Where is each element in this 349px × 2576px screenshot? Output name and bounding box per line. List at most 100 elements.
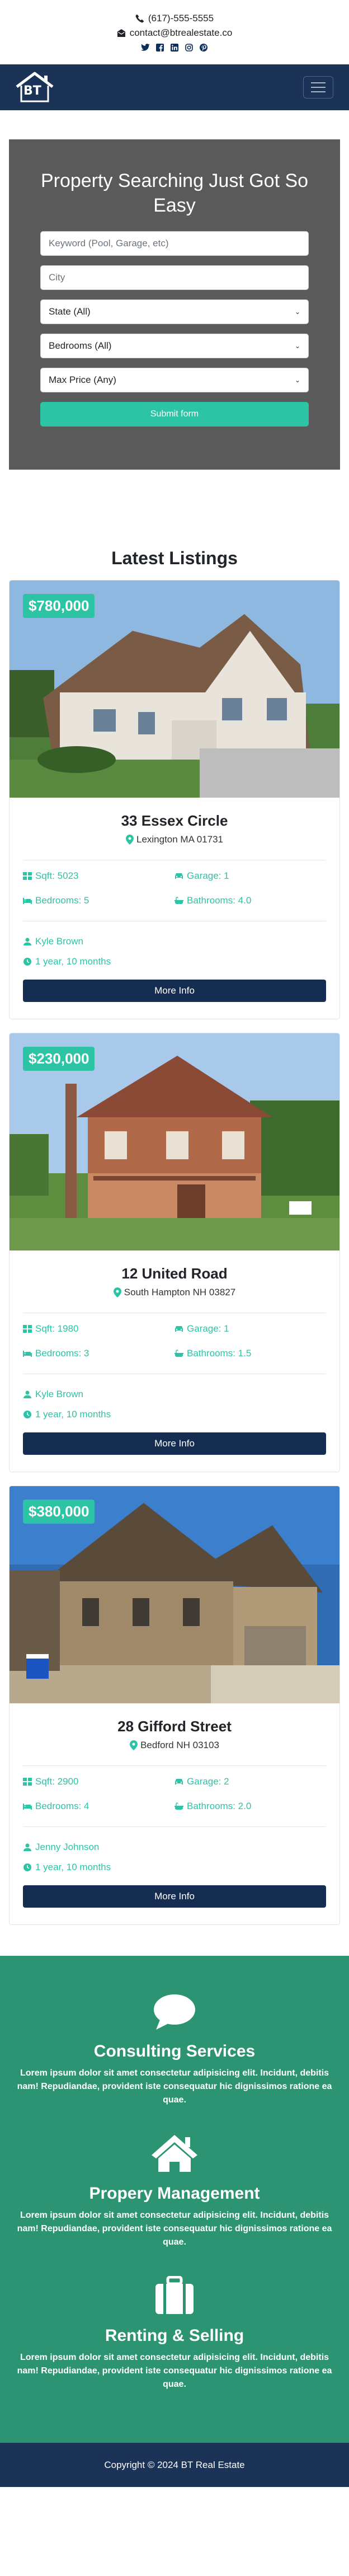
th-large-icon [23,1325,32,1333]
more-info-button[interactable]: More Info [23,980,326,1002]
listing-address: 28 Gifford Street [117,1718,232,1735]
spec-sqft: Sqft: 5023 [23,870,174,882]
listing-specs: Sqft: 1980 Garage: 1 Bedrooms: 3 Bathroo… [23,1323,326,1359]
listing-body: 28 Gifford Street Bedford NH 03103 Sqft:… [10,1703,339,1924]
listing-agent-name: Kyle Brown [35,936,83,947]
listing-meta: Kyle Brown 1 year, 10 months [23,1389,326,1420]
clock-icon [23,1411,31,1418]
spec-garage-text: Garage: 1 [187,1323,229,1334]
car-icon [175,1779,183,1785]
bedrooms-select[interactable]: Bedrooms (All) ⌄ [40,334,309,359]
city-input[interactable] [49,272,300,284]
listing-agent[interactable]: Jenny Johnson [23,1842,326,1853]
listing-card: $780,000 33 Essex Circle Lexington MA 01… [9,580,340,1019]
spec-bedrooms-text: Bedrooms: 4 [35,1801,89,1811]
brand-logo-text: BT [23,83,41,98]
spec-bedrooms: Bedrooms: 4 [23,1801,174,1812]
search-section: Property Searching Just Got So Easy Stat… [0,110,349,470]
search-title: Property Searching Just Got So Easy [40,170,309,217]
keyword-field[interactable] [40,231,309,256]
th-large-icon [23,872,32,880]
service-text: Lorem ipsum dolor sit amet consectetur a… [17,2210,332,2247]
listing-photo[interactable]: $230,000 [10,1033,339,1250]
phone-row[interactable]: (617)-555-5555 [135,13,214,24]
linkedin-icon[interactable] [170,43,179,52]
phone-number: (617)-555-5555 [148,12,214,24]
bedrooms-select-value: Bedrooms (All) [49,340,112,352]
listing-agent-name: Kyle Brown [35,1389,83,1399]
suitcase-icon [9,2271,340,2315]
map-marker-icon [125,835,134,845]
listing-meta: Kyle Brown 1 year, 10 months [23,936,326,967]
home-icon [9,2129,340,2173]
chevron-down-icon: ⌄ [294,376,300,385]
listing-photo[interactable]: $780,000 [10,580,339,798]
service-title: Consulting Services [93,2042,256,2060]
listing-age-text: 1 year, 10 months [35,956,111,967]
state-select[interactable]: State (All) ⌄ [40,299,309,325]
listing-age: 1 year, 10 months [23,1862,326,1873]
twitter-icon[interactable] [141,43,150,52]
listing-photo[interactable]: $380,000 [10,1486,339,1703]
spec-bedrooms: Bedrooms: 5 [23,895,174,906]
listing-agent[interactable]: Kyle Brown [23,1389,326,1400]
bath-icon [174,1802,183,1810]
chevron-down-icon: ⌄ [294,308,300,316]
map-marker-icon [130,1740,138,1750]
hamburger-icon-line [311,82,326,83]
navbar-toggle-button[interactable] [303,76,333,99]
clock-icon [23,958,31,966]
more-info-button[interactable]: More Info [23,1885,326,1908]
listing-specs: Sqft: 5023 Garage: 1 Bedrooms: 5 Bathroo… [23,870,326,906]
service-title: Propery Management [89,2184,260,2203]
more-info-button[interactable]: More Info [23,1432,326,1455]
bath-icon [174,897,183,904]
search-form: Property Searching Just Got So Easy Stat… [9,139,340,470]
listings-title: Latest Listings [111,548,238,568]
spec-bedrooms: Bedrooms: 3 [23,1348,174,1359]
service-renting-selling: Renting & Selling Lorem ipsum dolor sit … [9,2271,340,2391]
price-badge: $780,000 [23,594,95,618]
divider [23,1765,326,1766]
state-select-value: State (All) [49,306,91,317]
pinterest-icon[interactable] [199,43,208,52]
instagram-icon[interactable] [185,43,194,52]
listing-location: Lexington MA 01731 [23,834,326,845]
user-icon [23,1843,31,1851]
listing-age-text: 1 year, 10 months [35,1862,111,1872]
submit-button[interactable]: Submit form [40,402,309,427]
listing-location: South Hampton NH 03827 [23,1287,326,1298]
email-row[interactable]: contact@btrealestate.co [117,27,232,39]
top-info-bar: (617)-555-5555 contact@btrealestate.co [0,0,349,64]
spec-sqft-text: Sqft: 2900 [35,1776,79,1787]
phone-icon [135,14,144,22]
listing-agent-name: Jenny Johnson [35,1842,100,1852]
hamburger-icon-line [311,87,326,88]
services-section: Consulting Services Lorem ipsum dolor si… [0,1956,349,2443]
listing-agent[interactable]: Kyle Brown [23,936,326,947]
keyword-input[interactable] [49,238,300,250]
hamburger-icon-line [311,91,326,92]
listing-card: $230,000 12 United Road South Hampton NH… [9,1033,340,1472]
service-text: Lorem ipsum dolor sit amet consectetur a… [17,2353,332,2389]
clock-icon [23,1863,31,1871]
spec-sqft-text: Sqft: 1980 [35,1323,79,1334]
spec-bedrooms-text: Bedrooms: 3 [35,1348,89,1359]
spec-bathrooms-text: Bathrooms: 2.0 [187,1801,252,1811]
user-icon [23,1390,31,1398]
car-icon [175,873,183,879]
max-price-select[interactable]: Max Price (Any) ⌄ [40,368,309,393]
city-field[interactable] [40,265,309,291]
service-consulting: Consulting Services Lorem ipsum dolor si… [9,1987,340,2107]
facebook-icon[interactable] [155,43,164,52]
listing-body: 12 United Road South Hampton NH 03827 Sq… [10,1250,339,1472]
price-badge: $230,000 [23,1047,95,1071]
spec-garage-text: Garage: 2 [187,1776,229,1787]
brand-logo[interactable]: BT [13,71,74,104]
listing-location-text: Lexington MA 01731 [136,834,223,845]
listing-location-text: South Hampton NH 03827 [124,1287,236,1298]
max-price-select-value: Max Price (Any) [49,374,116,386]
navbar: BT [0,64,349,110]
envelope-open-icon [117,29,125,37]
service-title: Renting & Selling [105,2326,244,2345]
